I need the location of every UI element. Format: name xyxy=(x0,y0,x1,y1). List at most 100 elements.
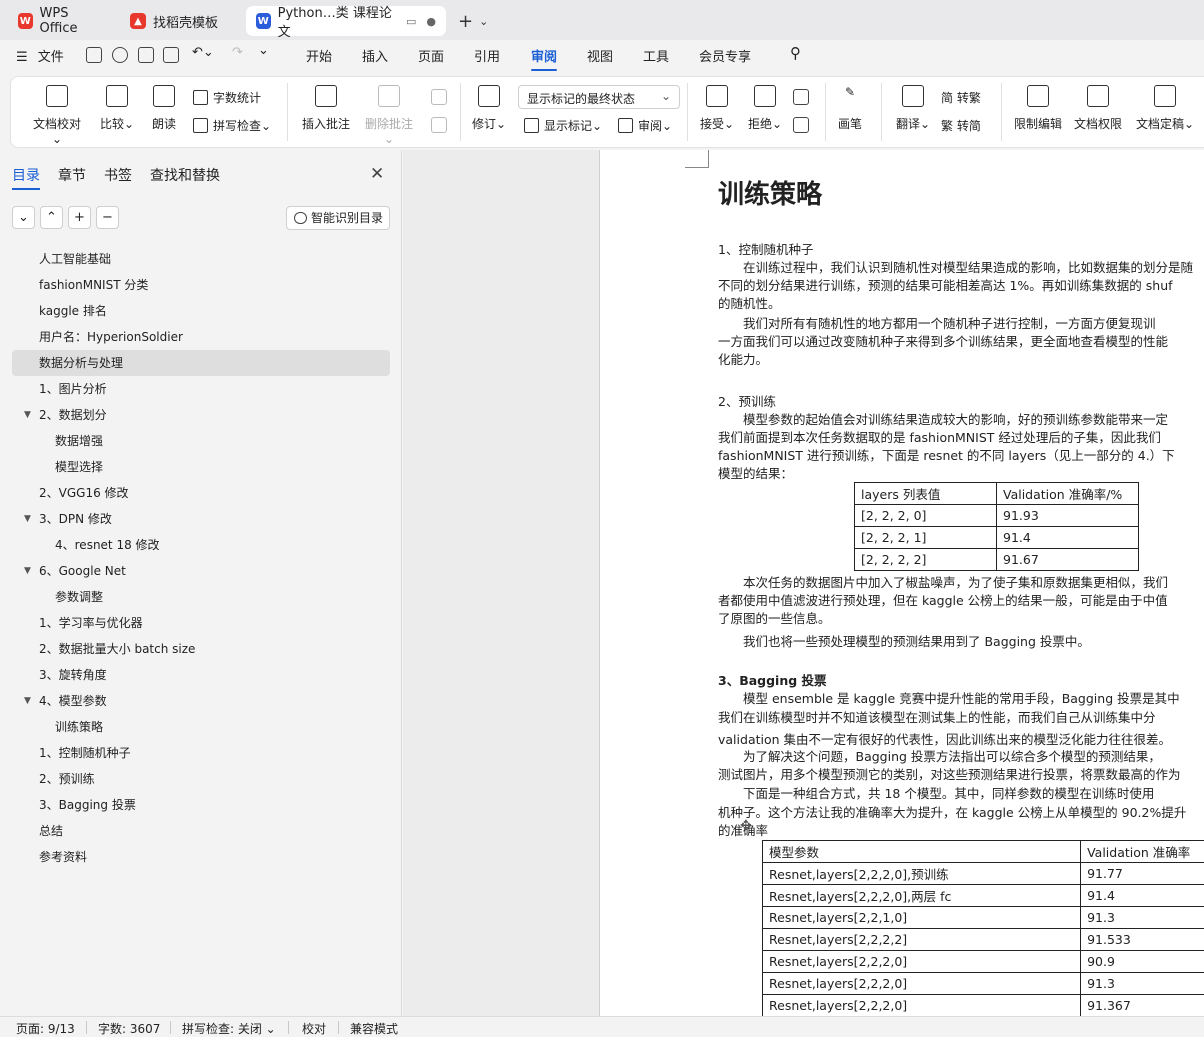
tab-docer[interactable]: ▲ 找稻壳模板 xyxy=(120,6,240,36)
table-header-cell[interactable]: Validation 准确率/% xyxy=(996,482,1139,505)
page-indicator[interactable]: 页面: 9/13 xyxy=(16,1020,75,1037)
collapse-all-button[interactable]: ⌄ xyxy=(12,206,35,229)
toc-item[interactable]: 数据增强 xyxy=(12,428,390,454)
toc-item[interactable]: 训练策略 xyxy=(12,714,390,740)
chevron-down-icon[interactable]: ⌄ xyxy=(479,15,488,28)
table-cell[interactable]: Resnet,layers[2,2,2,0] xyxy=(761,994,1082,1016)
table-cell[interactable]: Resnet,layers[2,2,2,0] xyxy=(761,972,1082,995)
paragraph-line[interactable]: 的随机性。 xyxy=(718,293,781,312)
expand-caret-icon[interactable]: ▼ xyxy=(24,402,31,428)
menu-home[interactable]: 开始 xyxy=(306,46,332,65)
paragraph-line[interactable]: 我们在训练模型时并不知道该模型在测试集上的性能，而我们自己从训练集中分 xyxy=(718,707,1156,726)
menu-insert[interactable]: 插入 xyxy=(362,46,388,65)
table-cell[interactable]: 91.367 xyxy=(1080,994,1204,1016)
table-cell[interactable]: 91.533 xyxy=(1080,928,1204,951)
toc-item[interactable]: 2、VGG16 修改 xyxy=(12,480,390,506)
toc-item[interactable]: ▼ 6、Google Net xyxy=(12,558,390,584)
to-simplified-button[interactable]: 繁 转简 xyxy=(941,117,981,134)
toc-item[interactable]: 1、图片分析 xyxy=(12,376,390,402)
paragraph-line[interactable]: 不同的划分结果进行训练，预测的结果可能相差高达 1%。再如训练集数据的 shuf xyxy=(718,275,1173,294)
table-cell[interactable]: 91.4 xyxy=(996,526,1139,549)
nav-tab-bookmarks[interactable]: 书签 xyxy=(104,165,132,185)
unsaved-dot-icon[interactable]: ● xyxy=(426,15,436,28)
paragraph-line[interactable]: 者都使用中值滤波进行预处理，但在 kaggle 公榜上的结果一般，可能是由于中值 xyxy=(718,590,1168,609)
accept-button[interactable]: 接受⌄ xyxy=(699,85,735,132)
table-header-cell[interactable]: layers 列表值 xyxy=(854,482,997,505)
undo-icon[interactable]: ↶⌄ xyxy=(192,45,214,60)
window-icon[interactable]: ▭ xyxy=(406,15,416,28)
table-cell[interactable]: Resnet,layers[2,2,2,2] xyxy=(761,928,1082,951)
table-cell[interactable]: [2, 2, 2, 2] xyxy=(854,548,997,571)
print-icon[interactable] xyxy=(138,47,154,63)
read-aloud-button[interactable]: 朗读 xyxy=(151,85,177,132)
search-icon[interactable]: ⚲ xyxy=(790,44,801,62)
word-count-indicator[interactable]: 字数: 3607 xyxy=(98,1020,160,1037)
paragraph-line[interactable]: 一方面我们可以通过改变随机种子来得到多个训练结果，更全面地查看模型的性能 xyxy=(718,331,1168,350)
proofread-status[interactable]: 校对 xyxy=(302,1020,326,1037)
toc-item[interactable]: 3、Bagging 投票 xyxy=(12,792,390,818)
toc-item[interactable]: 模型选择 xyxy=(12,454,390,480)
paragraph-line[interactable]: 下面是一种组合方式，共 18 个模型。其中，同样参数的模型在训练时使用 xyxy=(718,783,1154,802)
doc-permission-button[interactable]: 文档权限 xyxy=(1073,85,1123,132)
paragraph-line[interactable]: 模型 ensemble 是 kaggle 竞赛中提升性能的常用手段，Baggin… xyxy=(718,688,1180,707)
toc-item[interactable]: 2、数据批量大小 batch size xyxy=(12,636,390,662)
toc-item[interactable]: 用户名：HyperionSoldier xyxy=(12,324,390,350)
file-menu[interactable]: ☰ 文件 xyxy=(16,46,64,65)
insert-comment-button[interactable]: 插入批注 xyxy=(301,85,351,132)
paragraph-line[interactable]: 测试图片，用多个模型预测它的类别，对这些预测结果进行投票，将票数最高的作为 xyxy=(718,764,1181,783)
nav-tab-chapters[interactable]: 章节 xyxy=(58,165,86,185)
review-pane-button[interactable]: 审阅 ⌄ xyxy=(618,117,672,134)
menu-page[interactable]: 页面 xyxy=(418,46,444,65)
remove-heading-button[interactable]: − xyxy=(96,206,119,229)
table-cell[interactable]: 91.93 xyxy=(996,504,1139,527)
table-cell[interactable]: 91.77 xyxy=(1080,862,1204,885)
redo-icon[interactable]: ↷ xyxy=(232,45,243,60)
expand-caret-icon[interactable]: ▼ xyxy=(24,506,31,532)
markup-state-select[interactable]: 显示标记的最终状态 ⌄ xyxy=(518,85,680,109)
compare-button[interactable]: 比较⌄ xyxy=(99,85,135,132)
save-icon[interactable] xyxy=(86,47,102,63)
section-heading[interactable]: 1、控制随机种子 xyxy=(718,239,813,258)
menu-tools[interactable]: 工具 xyxy=(643,46,669,65)
toc-item[interactable]: ▼ 3、DPN 修改 xyxy=(12,506,390,532)
table-cell[interactable]: Resnet,layers[2,2,2,0],预训练 xyxy=(761,862,1082,885)
paragraph-line[interactable]: 我们对所有有随机性的地方都用一个随机种子进行控制，一方面方便复现训 xyxy=(718,313,1156,332)
section-heading[interactable]: 3、Bagging 投票 xyxy=(718,670,827,689)
restrict-edit-button[interactable]: 限制编辑 xyxy=(1013,85,1063,132)
toc-item[interactable]: kaggle 排名 xyxy=(12,298,390,324)
table-cell[interactable]: [2, 2, 2, 1] xyxy=(854,526,997,549)
more-chevron-icon[interactable]: ⌄ xyxy=(258,43,269,58)
table-cell[interactable]: 91.3 xyxy=(1080,972,1204,995)
paragraph-line[interactable]: 化能力。 xyxy=(718,349,768,368)
reject-button[interactable]: 拒绝⌄ xyxy=(747,85,783,132)
table-cell[interactable]: 91.67 xyxy=(996,548,1139,571)
toc-item[interactable]: 3、旋转角度 xyxy=(12,662,390,688)
table-move-handle-icon[interactable]: ✥ xyxy=(740,818,752,834)
expand-up-button[interactable]: ⌃ xyxy=(40,206,63,229)
menu-view[interactable]: 视图 xyxy=(587,46,613,65)
tab-wps-office[interactable]: W WPS Office xyxy=(8,6,114,36)
show-markup-button[interactable]: 显示标记 ⌄ xyxy=(524,117,602,134)
doc-finalize-button[interactable]: 文档定稿⌄ xyxy=(1133,85,1197,132)
toc-item[interactable]: 4、resnet 18 修改 xyxy=(12,532,390,558)
spell-check-button[interactable]: 拼写检查 ⌄ xyxy=(193,117,271,134)
toc-item[interactable]: 人工智能基础 xyxy=(12,246,390,272)
next-comment-icon[interactable] xyxy=(431,117,447,133)
tab-current-document[interactable]: W Python…类 课程论文 ▭ ● xyxy=(246,6,446,40)
table-cell[interactable]: [2, 2, 2, 0] xyxy=(854,504,997,527)
toc-item[interactable]: 2、预训练 xyxy=(12,766,390,792)
expand-caret-icon[interactable]: ▼ xyxy=(24,558,31,584)
table-header-cell[interactable]: 模型参数 xyxy=(761,840,1082,863)
table-header-cell[interactable]: Validation 准确率 xyxy=(1080,840,1204,863)
doc-check-button[interactable]: 文档校对⌄ xyxy=(29,85,85,146)
toc-item[interactable]: 总结 xyxy=(12,818,390,844)
table-cell[interactable]: Resnet,layers[2,2,1,0] xyxy=(761,906,1082,929)
new-tab-button[interactable]: + ⌄ xyxy=(458,8,488,34)
close-icon[interactable]: ✕ xyxy=(370,164,384,184)
paragraph-line[interactable]: 为了解决这个问题，Bagging 投票方法指出可以综合多个模型的预测结果， xyxy=(718,746,1161,765)
expand-caret-icon[interactable]: ▼ xyxy=(24,688,31,714)
toc-item[interactable]: 1、控制随机种子 xyxy=(12,740,390,766)
nav-tab-find-replace[interactable]: 查找和替换 xyxy=(150,165,220,185)
paragraph-line[interactable]: fashionMNIST 进行预训练，下面是 resnet 的不同 layers… xyxy=(718,445,1175,464)
track-changes-button[interactable]: 修订⌄ xyxy=(471,85,507,132)
